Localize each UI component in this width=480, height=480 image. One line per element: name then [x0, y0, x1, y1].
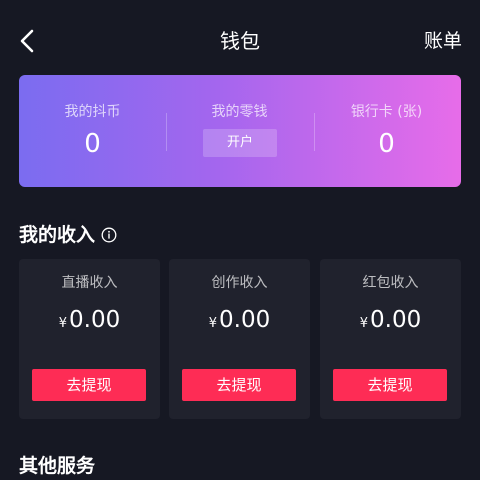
coins-summary[interactable]: 我的抖币 0 [19, 75, 166, 187]
amount-value: 0.00 [219, 307, 271, 333]
currency-symbol: ¥ [208, 316, 218, 331]
withdraw-button[interactable]: 去提现 [182, 369, 296, 401]
info-circle-icon[interactable] [101, 227, 117, 243]
bank-card-label: 银行卡 (张) [350, 104, 423, 120]
services-section-title: 其他服务 [19, 455, 96, 477]
wallet-page: 钱包 账单 我的抖币 0 我的零钱 开户 银行卡 (张) 0 我的收入 直播收入… [0, 0, 480, 480]
coins-label: 我的抖币 [64, 104, 121, 120]
coins-value: 0 [84, 129, 101, 159]
withdraw-button[interactable]: 去提现 [333, 369, 447, 401]
income-label: 创作收入 [211, 275, 268, 291]
income-section-title: 我的收入 [19, 224, 96, 246]
currency-symbol: ¥ [359, 316, 369, 331]
bill-button[interactable]: 账单 [424, 27, 462, 55]
change-summary: 我的零钱 开户 [166, 75, 313, 187]
income-amount: ¥0.00 [320, 305, 461, 339]
withdraw-button[interactable]: 去提现 [32, 369, 146, 401]
income-amount: ¥0.00 [19, 305, 160, 339]
live-income-card: 直播收入 ¥0.00 去提现 [19, 259, 160, 419]
income-label: 直播收入 [61, 275, 118, 291]
change-label: 我的零钱 [211, 104, 268, 120]
wallet-summary-card: 我的抖币 0 我的零钱 开户 银行卡 (张) 0 [19, 75, 461, 187]
currency-symbol: ¥ [58, 316, 68, 331]
creation-income-card: 创作收入 ¥0.00 去提现 [169, 259, 310, 419]
income-label: 红包收入 [362, 275, 419, 291]
income-amount: ¥0.00 [169, 305, 310, 339]
page-title: 钱包 [220, 29, 260, 53]
amount-value: 0.00 [370, 307, 422, 333]
bank-card-value: 0 [378, 129, 395, 159]
open-account-button[interactable]: 开户 [203, 129, 277, 157]
bank-card-summary[interactable]: 银行卡 (张) 0 [313, 75, 460, 187]
header-bar: 钱包 账单 [0, 0, 480, 80]
red-packet-income-card: 红包收入 ¥0.00 去提现 [320, 259, 461, 419]
amount-value: 0.00 [69, 307, 121, 333]
